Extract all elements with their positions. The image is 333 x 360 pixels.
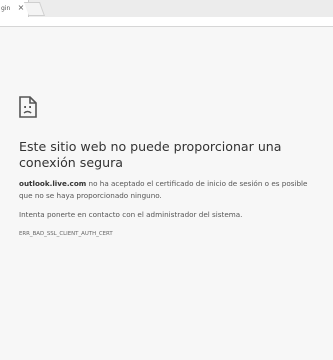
browser-chrome: gin ×: [0, 0, 333, 27]
sad-document-icon: [19, 96, 37, 118]
error-domain: outlook.live.com: [19, 179, 87, 188]
error-hint: Intenta ponerte en contacto con el admin…: [19, 210, 243, 219]
error-description: outlook.live.com no ha aceptado el certi…: [19, 178, 319, 202]
tab-title: gin: [1, 5, 11, 12]
error-title: Este sitio web no puede proporcionar una…: [19, 139, 282, 170]
close-icon[interactable]: ×: [17, 4, 25, 12]
error-code: ERR_BAD_SSL_CLIENT_AUTH_CERT: [19, 231, 113, 237]
browser-toolbar: [0, 17, 333, 27]
